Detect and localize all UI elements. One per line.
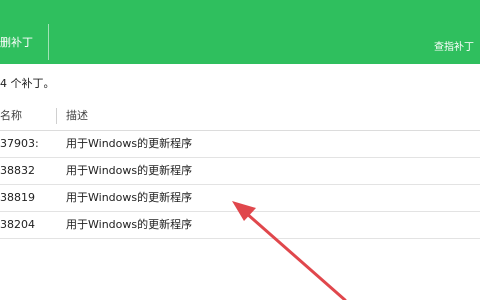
patch-description: 用于Windows的更新程序: [66, 137, 193, 150]
tab-patches[interactable]: 删补丁: [0, 24, 49, 60]
table-header-row: 名称 描述: [0, 102, 480, 131]
patch-id: 38204: [0, 218, 35, 231]
column-header-description[interactable]: 描述: [66, 102, 88, 130]
table-row[interactable]: 38832 用于Windows的更新程序: [0, 158, 480, 185]
table-row[interactable]: 38819 用于Windows的更新程序: [0, 185, 480, 212]
patch-description: 用于Windows的更新程序: [66, 191, 193, 204]
patch-table: 名称 描述 37903: 用于Windows的更新程序 38832 用于Wind…: [0, 102, 480, 239]
table-row[interactable]: 37903: 用于Windows的更新程序: [0, 131, 480, 158]
patch-description: 用于Windows的更新程序: [66, 218, 193, 231]
column-header-name[interactable]: 名称: [0, 102, 22, 130]
patch-count-text: 4 个补丁。: [0, 77, 55, 90]
patch-id: 38832: [0, 164, 35, 177]
header-bar: 删补丁 查指补丁: [0, 0, 480, 64]
patch-id: 38819: [0, 191, 35, 204]
patch-id: 37903:: [0, 137, 39, 150]
patch-description: 用于Windows的更新程序: [66, 164, 193, 177]
app-window: 删补丁 查指补丁 4 个补丁。 名称 描述 37903: 用于Windows的更…: [0, 0, 480, 300]
table-row[interactable]: 38204 用于Windows的更新程序: [0, 212, 480, 239]
column-divider[interactable]: [56, 108, 57, 124]
view-patches-link[interactable]: 查指补丁: [434, 38, 474, 53]
